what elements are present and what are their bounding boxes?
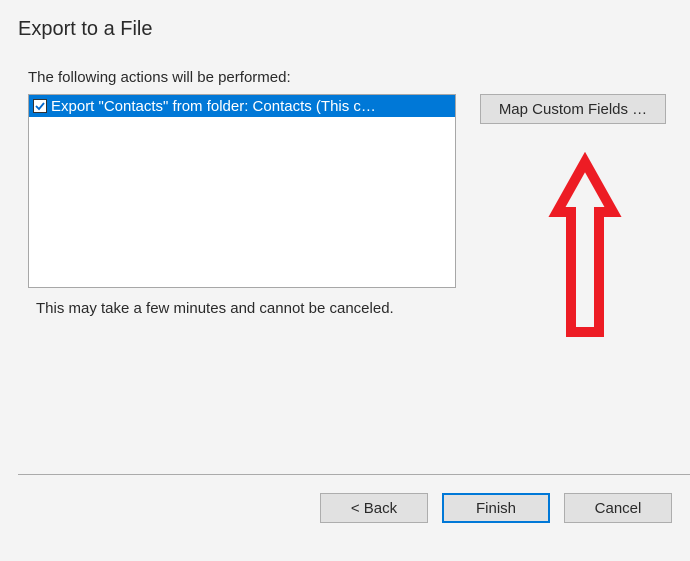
list-item-label: Export "Contacts" from folder: Contacts … (51, 98, 376, 115)
separator (18, 474, 690, 475)
checkbox-checked-icon[interactable] (33, 99, 47, 113)
export-dialog: Export to a File The following actions w… (0, 0, 690, 561)
note-label: This may take a few minutes and cannot b… (36, 300, 672, 317)
wizard-button-row: < Back Finish Cancel (320, 493, 672, 523)
actions-listbox[interactable]: Export "Contacts" from folder: Contacts … (28, 94, 456, 288)
back-button[interactable]: < Back (320, 493, 428, 523)
finish-button[interactable]: Finish (442, 493, 550, 523)
content-row: Export "Contacts" from folder: Contacts … (28, 94, 672, 288)
instruction-label: The following actions will be performed: (28, 69, 672, 86)
list-item[interactable]: Export "Contacts" from folder: Contacts … (29, 95, 455, 117)
cancel-button[interactable]: Cancel (564, 493, 672, 523)
map-custom-fields-button[interactable]: Map Custom Fields … (480, 94, 666, 124)
dialog-title: Export to a File (18, 18, 672, 41)
